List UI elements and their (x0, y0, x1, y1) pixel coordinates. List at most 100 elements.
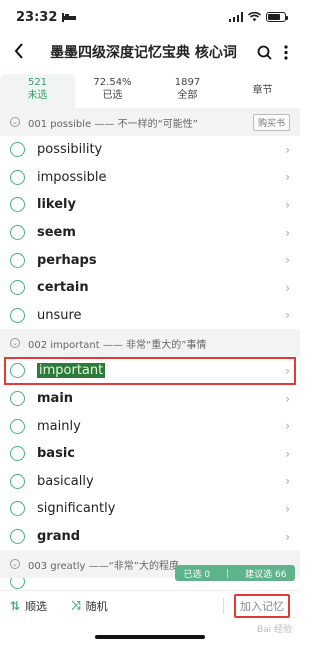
list-item[interactable]: main › (0, 385, 300, 413)
chevron-right-icon: › (285, 142, 290, 157)
add-to-memory-button[interactable]: 加入记忆 (234, 593, 290, 618)
home-indicator: Bai 经验 (0, 620, 300, 649)
select-circle[interactable] (10, 418, 25, 434)
tab-bar: 521 未选 72.54% 已选 1897 全部 章节 (0, 74, 300, 108)
chevron-left-icon (14, 43, 23, 59)
select-circle[interactable] (10, 142, 25, 158)
tab-label: 章节 (252, 85, 273, 96)
word-label: possibility (37, 142, 103, 158)
section-title: 001 possible —— 不一样的“可能性” (28, 118, 198, 130)
list-item[interactable]: grand › (0, 523, 300, 551)
select-circle[interactable] (10, 363, 25, 379)
word-label: unsure (37, 307, 82, 323)
list-item[interactable]: seem › (0, 219, 300, 247)
chevron-right-icon: › (285, 225, 290, 240)
select-circle[interactable] (10, 169, 25, 185)
bottom-toolbar: ⇅ 顺选 ⤨ 随机 加入记忆 (0, 590, 300, 620)
divider (223, 597, 224, 614)
chevron-right-icon: › (285, 529, 290, 544)
select-circle[interactable] (10, 529, 25, 545)
word-label: perhaps (37, 252, 97, 268)
word-label: impossible (37, 169, 107, 185)
tab-count: 72.54% (93, 77, 132, 88)
select-circle[interactable] (10, 473, 25, 489)
random-select-label: 随机 (85, 599, 108, 613)
suggested-count: 建议选 66 (245, 569, 287, 580)
random-select-button[interactable]: ⤨ 随机 (71, 598, 108, 614)
status-time: 23:32 (16, 9, 58, 25)
chevron-right-icon: › (285, 474, 290, 489)
tab-count: 1897 (174, 77, 201, 88)
section-title: 002 important —— 非常“重大的”事情 (28, 339, 207, 351)
wifi-icon (248, 12, 261, 22)
list-item-highlighted[interactable]: important › (4, 357, 296, 385)
list-item[interactable]: basically › (0, 468, 300, 496)
chevron-right-icon: › (285, 446, 290, 461)
chevron-down-icon: ⌄ (10, 338, 20, 349)
chevron-down-icon: ⌄ (10, 117, 20, 127)
word-label: mainly (37, 418, 81, 434)
chevron-down-icon: ⌄ (10, 559, 20, 570)
battery-icon (266, 12, 288, 22)
list-item[interactable]: possibility › (0, 136, 300, 164)
list-item[interactable]: perhaps › (0, 246, 300, 274)
word-label: grand (37, 529, 81, 545)
select-circle[interactable] (10, 307, 25, 323)
chevron-right-icon: › (285, 253, 290, 268)
chevron-right-icon: › (285, 280, 290, 295)
select-circle[interactable] (10, 280, 25, 296)
list-item[interactable]: basic › (0, 440, 300, 468)
status-bar: 23:32 (0, 0, 300, 34)
back-button[interactable] (8, 40, 30, 64)
section-header[interactable]: ⌄ 002 important —— 非常“重大的”事情 (0, 329, 300, 358)
select-circle[interactable] (10, 391, 25, 407)
nav-bar: 墨墨四级深度记忆宝典 核心词 (0, 34, 300, 70)
chevron-right-icon: › (285, 308, 290, 323)
signal-icon (228, 12, 243, 22)
shuffle-icon: ⤨ (71, 598, 81, 612)
tab-selected[interactable]: 72.54% 已选 (75, 74, 150, 108)
tab-unselected[interactable]: 521 未选 (0, 74, 75, 108)
sequential-select-label: 顺选 (25, 599, 48, 613)
bed-icon (62, 12, 77, 22)
select-circle[interactable] (10, 225, 25, 241)
chevron-right-icon: › (285, 419, 290, 434)
list-item[interactable]: likely › (0, 191, 300, 219)
selection-summary-badge: 已选 0 建议选 66 (175, 565, 295, 581)
chevron-right-icon: › (285, 501, 290, 516)
tab-label: 全部 (177, 90, 198, 101)
sequential-select-button[interactable]: ⇅ 顺选 (10, 598, 47, 614)
select-circle[interactable] (10, 252, 25, 268)
word-label: basically (37, 473, 94, 489)
chevron-right-icon: › (285, 170, 290, 185)
list-item[interactable]: impossible › (0, 164, 300, 192)
chevron-right-icon: › (285, 363, 290, 378)
word-label: certain (37, 280, 89, 296)
selected-count: 已选 0 (183, 569, 211, 580)
tab-chapters[interactable]: 章节 (225, 74, 300, 108)
watermark: Bai 经验 (256, 625, 292, 635)
list-item[interactable]: mainly › (0, 412, 300, 440)
search-icon[interactable] (257, 45, 272, 60)
word-label: important (37, 363, 285, 379)
chevron-right-icon: › (285, 197, 290, 212)
section-header[interactable]: ⌄ 001 possible —— 不一样的“可能性” 购买书 (0, 108, 300, 136)
list-item[interactable]: certain › (0, 274, 300, 302)
word-label: basic (37, 446, 75, 462)
buy-book-button[interactable]: 购买书 (252, 113, 290, 131)
sort-icon: ⇅ (10, 598, 21, 613)
tab-all[interactable]: 1897 全部 (150, 74, 225, 108)
word-highlight: important (37, 363, 106, 379)
word-label: main (37, 391, 74, 407)
select-circle[interactable] (10, 578, 25, 590)
select-circle[interactable] (10, 197, 25, 213)
more-vertical-icon[interactable] (284, 44, 288, 60)
tab-label: 已选 (102, 90, 123, 101)
tab-count: 521 (27, 77, 48, 88)
tab-label: 未选 (27, 90, 48, 101)
list-item[interactable]: significantly › (0, 495, 300, 523)
list-item[interactable]: unsure › (0, 302, 300, 330)
select-circle[interactable] (10, 501, 25, 517)
select-circle[interactable] (10, 446, 25, 462)
page-title: 墨墨四级深度记忆宝典 核心词 (50, 45, 237, 61)
